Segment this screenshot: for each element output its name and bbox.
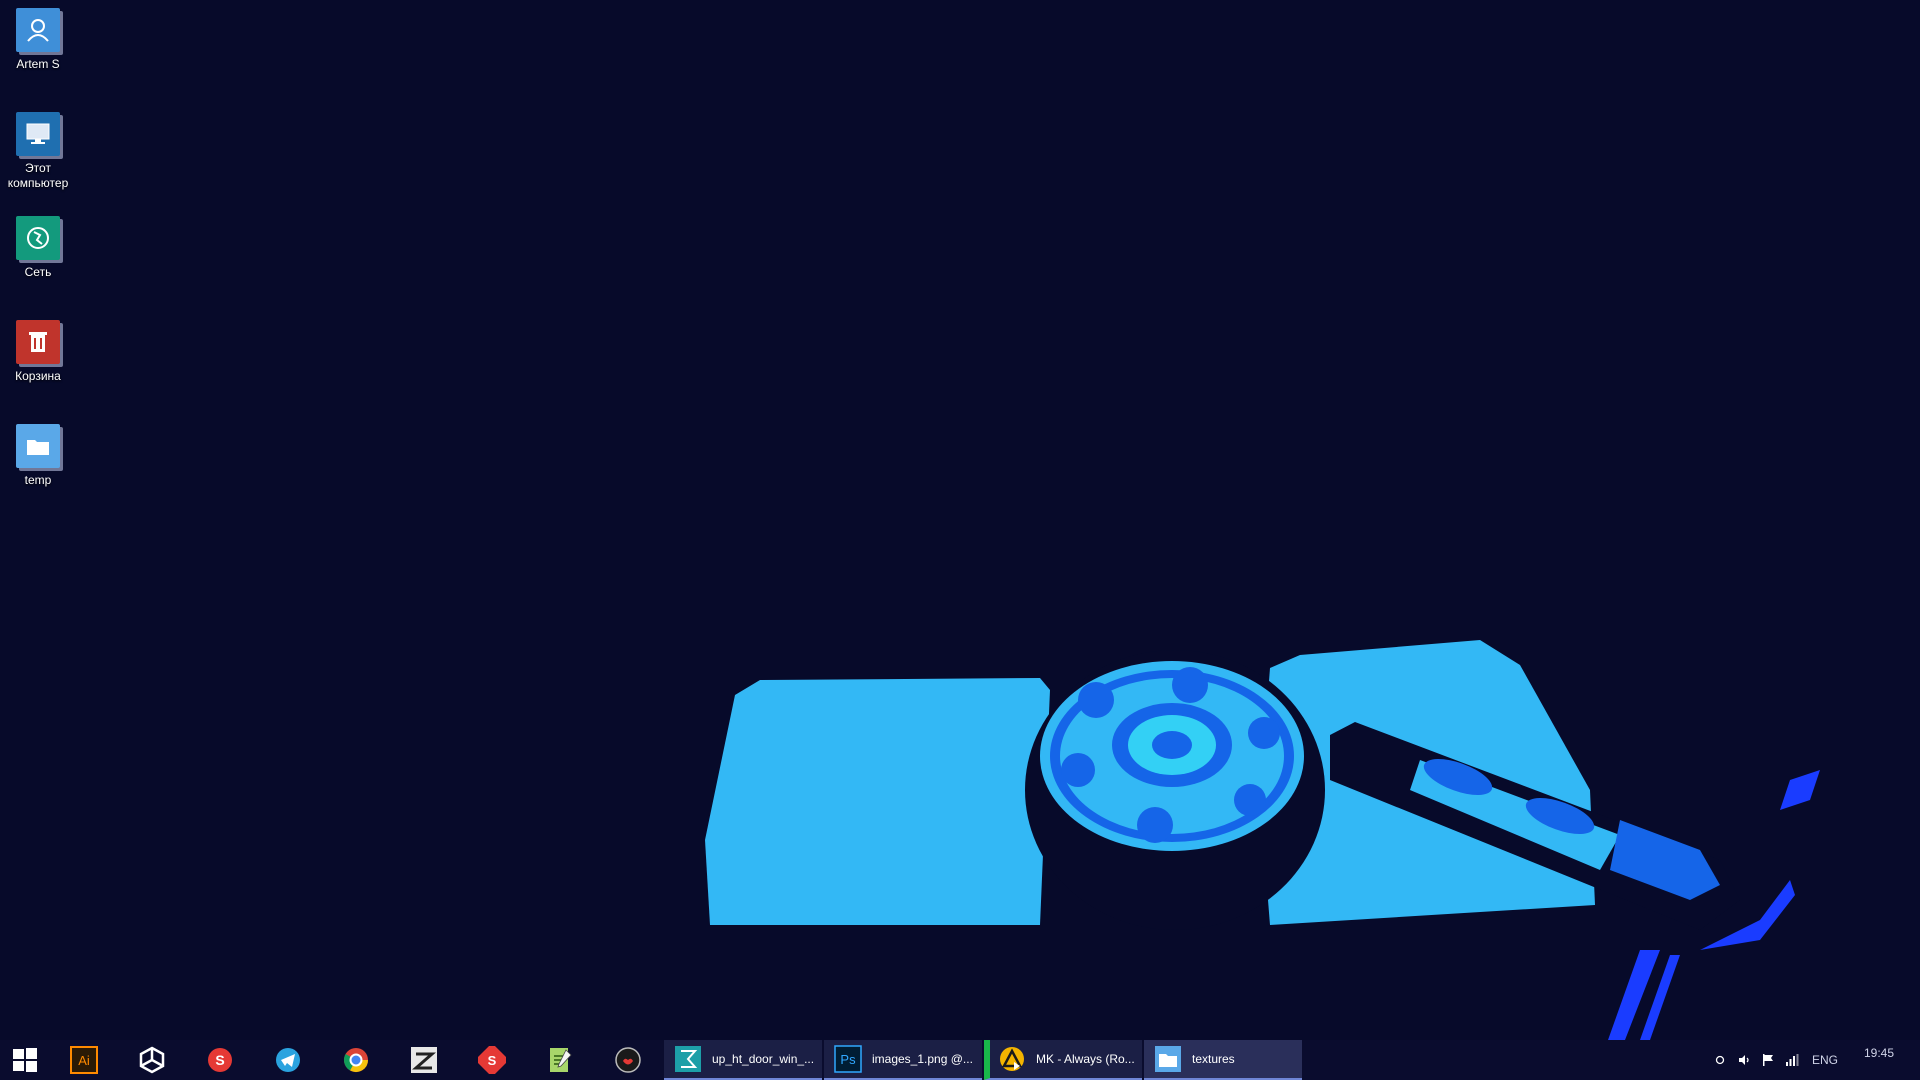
tray-clock[interactable]: 19:45 — [1848, 1046, 1910, 1060]
wallpaper-hard-drive — [705, 640, 1820, 1040]
task-label: images_1.png @... — [872, 1052, 973, 1066]
tray-network[interactable] — [1780, 1040, 1804, 1080]
taskbar-illustrator[interactable]: Ai — [50, 1040, 118, 1080]
tray-action-center[interactable] — [1756, 1040, 1780, 1080]
file-explorer-icon — [1154, 1045, 1182, 1073]
svg-text:S: S — [215, 1052, 224, 1068]
taskbar-notepad-plus[interactable] — [526, 1040, 594, 1080]
network-signal-icon — [1785, 1054, 1799, 1066]
desktop-icon-network[interactable]: Сеть — [0, 208, 76, 280]
taskbar-task-3dsmax[interactable]: up_ht_door_win_... — [664, 1040, 822, 1080]
desktop-icon-recycle-bin[interactable]: Корзина — [0, 312, 76, 384]
taskbar-substance-painter[interactable]: S — [186, 1040, 254, 1080]
tray-hidden-icons[interactable] — [1708, 1040, 1732, 1080]
taskbar-substance-designer[interactable]: S — [458, 1040, 526, 1080]
marmoset-icon — [615, 1047, 641, 1073]
illustrator-icon: Ai — [70, 1046, 98, 1074]
tray-language[interactable]: ENG — [1804, 1053, 1848, 1067]
3ds-max-icon — [674, 1045, 702, 1073]
desktop-icon-label: temp — [24, 473, 52, 487]
desktop-icon-user[interactable]: Artem S — [0, 0, 76, 72]
taskbar-task-photoshop[interactable]: Ps images_1.png @... — [824, 1040, 982, 1080]
circle-icon — [1715, 1055, 1725, 1065]
desktop-icon-temp-folder[interactable]: temp — [0, 416, 76, 488]
desktop-icon-label: Artem S — [16, 57, 60, 71]
network-icon — [16, 216, 60, 260]
unity-icon — [139, 1046, 165, 1074]
start-button[interactable] — [0, 1040, 50, 1080]
zbrush-icon — [411, 1047, 437, 1073]
aimp-icon — [998, 1045, 1026, 1073]
telegram-icon — [276, 1048, 300, 1072]
desktop-icon-this-pc[interactable]: Этот компьютер — [0, 104, 76, 191]
substance-designer-icon: S — [478, 1046, 506, 1074]
svg-text:Ai: Ai — [78, 1053, 90, 1068]
tray-volume[interactable] — [1732, 1040, 1756, 1080]
chrome-icon — [343, 1048, 368, 1073]
notepad-icon — [550, 1048, 572, 1072]
svg-text:S: S — [488, 1053, 497, 1068]
system-tray: ENG 19:45 — [1708, 1040, 1920, 1080]
computer-icon — [16, 112, 60, 156]
desktop-icon-label: Корзина — [15, 369, 61, 383]
desktop-icon-label: Этот компьютер — [7, 161, 69, 190]
windows-logo-icon — [13, 1048, 37, 1072]
task-label: up_ht_door_win_... — [712, 1052, 815, 1066]
taskbar-zbrush[interactable] — [390, 1040, 458, 1080]
desktop[interactable]: Artem S Этот компьютер Сеть Корзина temp — [0, 0, 1920, 1040]
user-folder-icon — [16, 8, 60, 52]
photoshop-icon: Ps — [834, 1045, 862, 1073]
taskbar: Ai S S up_ht_door_win_... Ps images_1.pn… — [0, 1040, 1920, 1080]
taskbar-task-explorer[interactable]: textures — [1144, 1040, 1302, 1080]
svg-text:Ps: Ps — [840, 1052, 856, 1067]
desktop-icon-label: Сеть — [24, 265, 52, 279]
taskbar-telegram[interactable] — [254, 1040, 322, 1080]
folder-icon — [16, 424, 60, 468]
task-label: MK - Always (Ro... — [1036, 1052, 1135, 1066]
taskbar-unity[interactable] — [118, 1040, 186, 1080]
taskbar-chrome[interactable] — [322, 1040, 390, 1080]
substance-icon: S — [208, 1048, 232, 1072]
speaker-icon — [1738, 1055, 1749, 1065]
taskbar-task-aimp[interactable]: MK - Always (Ro... — [984, 1040, 1142, 1080]
taskbar-marmoset[interactable] — [594, 1040, 662, 1080]
flag-icon — [1762, 1054, 1773, 1066]
recycle-bin-icon — [16, 320, 60, 364]
task-label: textures — [1192, 1052, 1235, 1066]
